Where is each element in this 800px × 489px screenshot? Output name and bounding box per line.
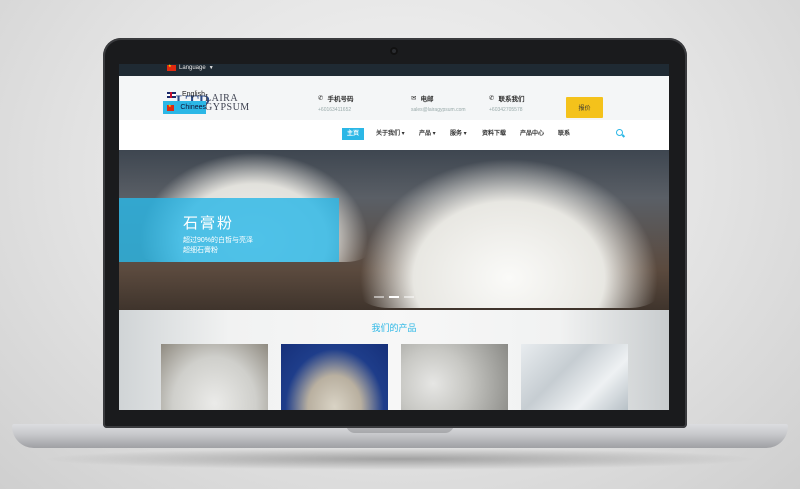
hero-subtitle: 超过90%的白皙与亮泽 超细石膏粉	[183, 236, 253, 256]
nav-item-products[interactable]: 产品 ▾	[414, 128, 441, 140]
product-card[interactable]	[281, 344, 388, 410]
products-section: 我们的产品	[119, 310, 669, 410]
camera-icon	[390, 47, 398, 55]
contact-value[interactable]: sales@lairagypsum.com	[411, 107, 466, 113]
product-card[interactable]	[521, 344, 628, 410]
hero-title: 石膏粉	[183, 215, 235, 232]
language-label: Language	[179, 65, 206, 71]
hero-subtitle-line1: 超过90%的白皙与亮泽	[183, 237, 254, 244]
product-card[interactable]	[161, 344, 268, 410]
contact-title: 联系我们	[498, 96, 525, 103]
slider-dot-active[interactable]	[389, 296, 399, 298]
contact-phone: ✆ 手机号码 +60163411652	[318, 93, 353, 113]
nav-item-about[interactable]: 关于我们 ▾	[371, 128, 410, 140]
slider-dots	[374, 296, 414, 298]
language-option-chinese[interactable]: Chinees	[163, 101, 206, 114]
site-header: LTP LAIRA GYPSUM English Chinees ✆手机号码 +…	[119, 76, 669, 120]
powder-pile-image	[359, 158, 659, 308]
laptop-screen: Language ▼ LTP LAIRA GYPSUM English Chin…	[119, 64, 669, 410]
search-icon[interactable]	[616, 129, 623, 136]
contact-value[interactable]: +60163411652	[318, 107, 353, 113]
hero-slider: 石膏粉 超过90%的白皙与亮泽 超细石膏粉	[119, 150, 669, 310]
language-bar: Language ▼	[119, 64, 669, 76]
products-title: 我们的产品	[371, 323, 417, 333]
quote-button[interactable]: 报价	[566, 97, 603, 118]
mail-icon: ✉	[411, 95, 417, 102]
phone-icon: ✆	[318, 95, 324, 102]
slider-dot[interactable]	[404, 296, 414, 298]
contact-email: ✉ 电邮 sales@lairagypsum.com	[411, 93, 466, 113]
caret-down-icon: ▼	[208, 65, 214, 71]
nav-item-services[interactable]: 服务 ▾	[445, 128, 472, 140]
contact-value[interactable]: +60342705578	[489, 107, 524, 113]
laptop-shadow	[40, 448, 760, 470]
contact-us: ✆ 联系我们 +60342705578	[489, 93, 524, 113]
nav-item-downloads[interactable]: 资料下载	[477, 128, 511, 140]
nav-item-home[interactable]: 主页	[342, 128, 365, 140]
phone-icon: ✆	[489, 95, 495, 102]
language-option-label: English	[182, 91, 205, 98]
contact-title: 电邮	[420, 96, 434, 103]
china-flag-icon	[167, 103, 175, 111]
main-nav: 主页 关于我们 ▾ 产品 ▾ 服务 ▾ 资料下载 产品中心 联系	[119, 120, 669, 150]
hero-subtitle-line2: 超细石膏粉	[183, 247, 218, 254]
slider-dot[interactable]	[374, 296, 384, 298]
language-dropdown: English Chinees	[163, 88, 233, 114]
nav-item-contact[interactable]: 联系	[553, 128, 575, 140]
china-flag-icon	[167, 64, 176, 71]
contact-title: 手机号码	[327, 96, 354, 103]
nav-item-product-center[interactable]: 产品中心	[515, 128, 549, 140]
uk-flag-icon	[167, 91, 176, 98]
language-option-english[interactable]: English	[163, 88, 233, 101]
hero-banner: 石膏粉 超过90%的白皙与亮泽 超细石膏粉	[119, 198, 339, 262]
product-card[interactable]	[401, 344, 508, 410]
language-selector[interactable]: Language ▼	[167, 64, 214, 71]
language-option-label: Chinees	[180, 104, 206, 111]
